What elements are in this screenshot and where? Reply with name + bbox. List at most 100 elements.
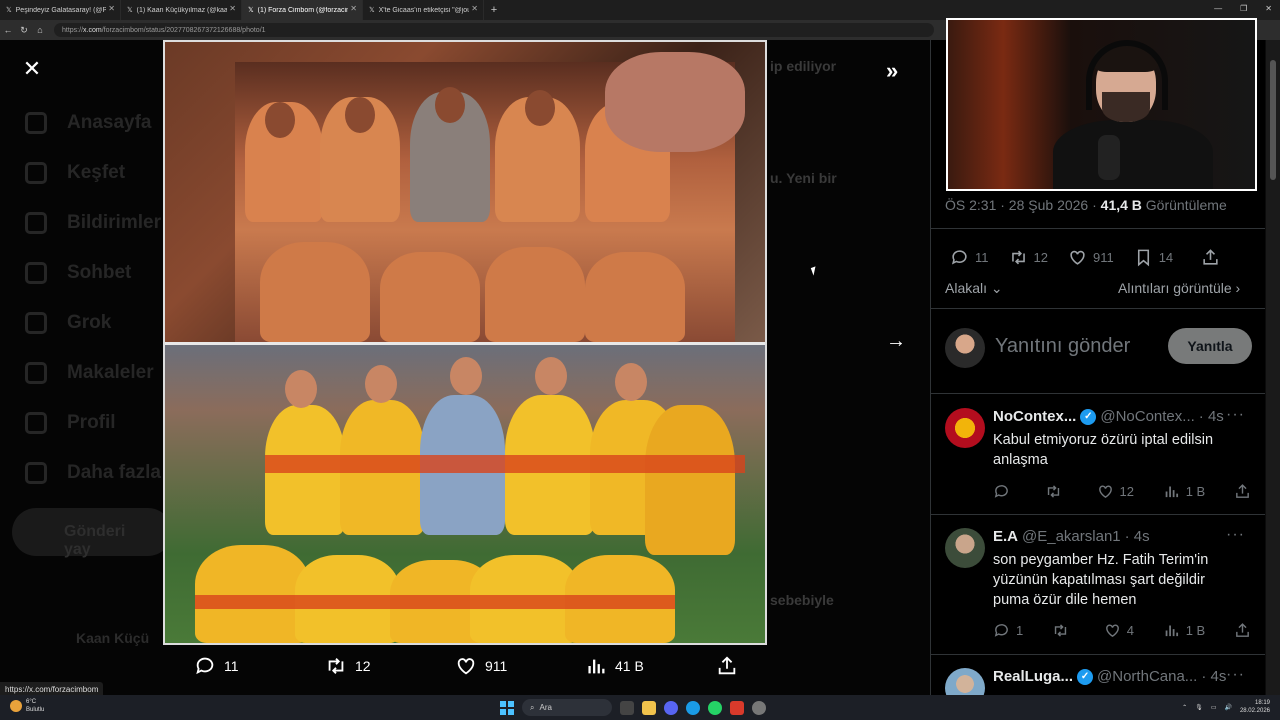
reply-action[interactable] [993, 483, 1016, 500]
views-action[interactable]: 1 B [1163, 483, 1205, 500]
bg-nav-home: Anasayfa [25, 112, 152, 134]
tab-close-icon[interactable]: ✕ [471, 4, 478, 13]
post-views-count: 41,4 B [1100, 197, 1142, 213]
more-options-icon[interactable]: ··· [1226, 666, 1245, 684]
stat-bookmarks-count: 14 [1158, 250, 1174, 265]
scrollbar-thumb[interactable] [1270, 60, 1276, 180]
post-photo[interactable] [163, 40, 767, 645]
more-options-icon[interactable]: ··· [1226, 406, 1245, 424]
url-field[interactable]: https://x.com/forzacimbom/status/2027708… [54, 23, 934, 37]
like-count: 12 [1119, 484, 1134, 499]
heart-icon [457, 658, 475, 675]
tab-title: Peşindeyiz Galatasaray! (@Pesinde [15, 6, 106, 14]
stat-reposts[interactable]: 12 [1009, 248, 1048, 267]
tweet-author-handle[interactable]: @NorthCana... [1097, 668, 1197, 685]
stat-reposts-count: 12 [1033, 250, 1048, 265]
reply-tweet[interactable]: NoContex... ✓ @NoContex... · 4s ··· Kabu… [930, 396, 1265, 514]
article-icon [25, 362, 47, 384]
next-image-arrow-icon[interactable]: → [886, 330, 906, 353]
repost-action[interactable] [1045, 483, 1068, 500]
browser-tab-3[interactable]: 𝕏(1) Forza Cimbom (@forzacimbom✕ [242, 0, 363, 20]
maximize-icon[interactable]: ❐ [1240, 4, 1247, 13]
avatar[interactable] [945, 328, 985, 368]
tab-close-icon[interactable]: ✕ [229, 4, 236, 13]
like-action[interactable]: 4 [1104, 622, 1134, 639]
bg-nav-label: Grok [67, 312, 112, 333]
view-quotes-link[interactable]: Alıntıları görüntüle › [1118, 280, 1240, 296]
avatar[interactable] [945, 668, 985, 695]
tweet-author-handle[interactable]: @E_akarslan1 [1022, 528, 1121, 545]
tweet-author-name[interactable]: RealLuga... [993, 668, 1073, 685]
windows-start-icon[interactable] [500, 700, 514, 715]
task-view-icon[interactable] [620, 700, 634, 715]
browser-tab-2[interactable]: 𝕏(1) Kaan Küçükyılmaz (@kaankck✕ [121, 0, 242, 20]
close-media-button[interactable]: ✕ [20, 58, 44, 82]
tab-close-icon[interactable]: ✕ [350, 4, 357, 13]
clock[interactable]: 18:19 28.02.2026 [1240, 699, 1270, 715]
discord-icon[interactable] [664, 700, 678, 715]
more-options-icon[interactable]: ··· [1226, 526, 1245, 544]
close-window-icon[interactable]: ✕ [1265, 4, 1272, 13]
reload-icon[interactable]: ↻ [16, 25, 32, 36]
bg-nav-explore: Keşfet [25, 162, 125, 184]
repost-icon [1011, 250, 1025, 265]
views-action[interactable]: 1 B [1163, 622, 1205, 639]
reply-action[interactable]: 11 [194, 655, 239, 677]
stat-replies[interactable]: 11 [950, 248, 989, 267]
whatsapp-icon[interactable] [708, 700, 722, 715]
views-action[interactable]: 41 B [585, 655, 644, 677]
reply-icon [196, 657, 214, 675]
browser-tab-1[interactable]: 𝕏Peşindeyiz Galatasaray! (@Pesinde✕ [0, 0, 121, 20]
grok-icon [25, 312, 47, 334]
back-icon[interactable]: ← [0, 25, 16, 35]
stat-likes[interactable]: 911 [1068, 248, 1114, 267]
repost-action[interactable] [1052, 622, 1075, 639]
app-icon[interactable] [730, 700, 744, 715]
new-tab-button[interactable]: + [484, 4, 504, 16]
tweet-age: · 4s [1198, 408, 1224, 425]
share-action[interactable] [1234, 483, 1251, 500]
reply-input[interactable]: Yanıtını gönder [995, 335, 1130, 358]
like-action[interactable]: 911 [455, 655, 507, 677]
photo-top-sepia [165, 42, 765, 342]
post-time: ÖS 2:31 · 28 Şub 2026 · [945, 197, 1101, 213]
tray-chevron-icon[interactable]: ⌃ [1182, 704, 1187, 711]
share-action[interactable] [716, 655, 738, 677]
tab-close-icon[interactable]: ✕ [108, 4, 115, 13]
share-icon [1236, 623, 1249, 637]
home-icon[interactable]: ⌂ [32, 25, 48, 35]
tweet-author-name[interactable]: E.A [993, 528, 1018, 545]
weather-widget[interactable]: 6°C Bulutlu [10, 698, 44, 714]
minimize-icon[interactable]: — [1214, 4, 1222, 13]
weather-temp: 6°C [26, 699, 37, 705]
bg-nav-label: Anasayfa [67, 112, 152, 133]
settings-icon[interactable] [752, 700, 766, 715]
stat-likes-count: 911 [1092, 250, 1114, 265]
tweet-author-name[interactable]: NoContex... [993, 408, 1076, 425]
reply-tweet[interactable]: E.A @E_akarslan1 · 4s ··· son peygamber … [930, 516, 1265, 654]
reply-submit-button[interactable]: Yanıtla [1168, 328, 1252, 364]
avatar[interactable] [945, 528, 985, 568]
repost-action[interactable]: 12 [325, 655, 371, 677]
taskbar-search[interactable]: ⌕ Ara [522, 699, 612, 716]
avatar[interactable] [945, 408, 985, 448]
volume-icon[interactable]: 🔊 [1224, 704, 1231, 711]
like-action[interactable]: 12 [1097, 483, 1134, 500]
stat-share[interactable] [1201, 248, 1220, 267]
divider [930, 514, 1265, 515]
views-chart-icon [588, 659, 605, 674]
network-icon[interactable]: ▭ [1211, 704, 1217, 711]
views-count: 41 B [615, 658, 644, 674]
expand-sidebar-icon[interactable]: » [886, 58, 899, 84]
share-action[interactable] [1234, 622, 1251, 639]
microphone-icon[interactable]: 🎙 [1195, 704, 1203, 711]
like-count: 4 [1126, 623, 1134, 638]
tweet-author-handle[interactable]: @NoContex... [1100, 408, 1194, 425]
file-explorer-icon[interactable] [642, 700, 656, 715]
sort-relevant-dropdown[interactable]: Alakalı ⌄ [945, 280, 1003, 297]
browser-tab-4[interactable]: 𝕏X'te Gicaas'ın etiketçisi "@jouskur✕ [363, 0, 484, 20]
stat-bookmarks[interactable]: 14 [1134, 248, 1173, 267]
reply-tweet[interactable]: RealLuga... ✓ @NorthCana... · 4s ··· [930, 656, 1265, 695]
reply-action[interactable]: 1 [993, 622, 1023, 639]
edge-icon[interactable] [686, 700, 700, 715]
